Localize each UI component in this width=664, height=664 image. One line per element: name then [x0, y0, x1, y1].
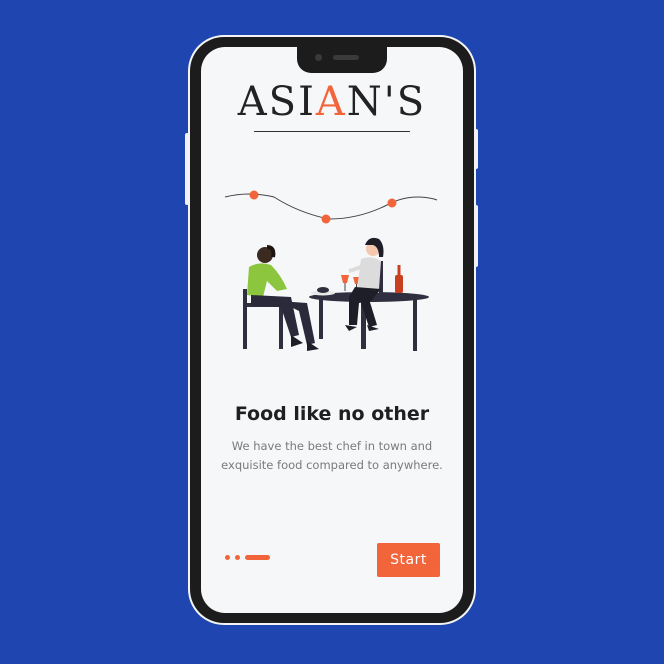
- dining-couple-illustration: [224, 190, 438, 351]
- app-screen: ASIAN'S Food like no other We have the b…: [201, 47, 463, 613]
- phone-notch: [297, 47, 387, 73]
- volume-down-button: [474, 205, 478, 267]
- onboarding-description: We have the best chef in town and exquis…: [221, 439, 443, 472]
- phone-frame: ASIAN'S Food like no other We have the b…: [185, 37, 478, 623]
- start-button[interactable]: Start: [377, 543, 440, 577]
- onboarding-title: Food like no other: [234, 403, 430, 425]
- light-bulb-icon: [321, 214, 331, 224]
- camera-icon: [315, 54, 322, 61]
- logo-underline: [254, 131, 410, 132]
- volume-up-button: [474, 129, 478, 169]
- page-dot[interactable]: [235, 555, 240, 560]
- logo-accent-letter: A: [315, 79, 347, 125]
- page-dot-active[interactable]: [245, 555, 270, 560]
- power-button: [185, 133, 189, 205]
- logo-text-end: N'S: [346, 79, 427, 125]
- page-dot[interactable]: [225, 555, 230, 560]
- logo-text-start: ASI: [237, 79, 316, 125]
- speaker-grille: [333, 55, 359, 60]
- light-bulb-icon: [387, 198, 397, 208]
- light-bulb-icon: [249, 190, 259, 200]
- brand-logo: ASIAN'S: [201, 79, 463, 125]
